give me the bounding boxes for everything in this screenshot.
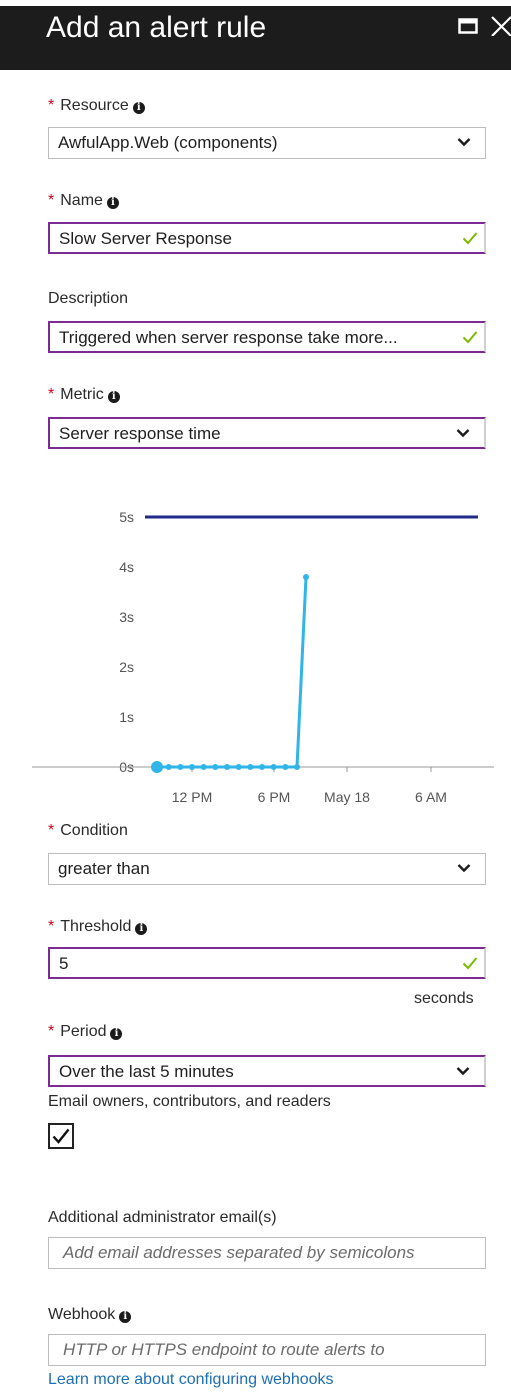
chevron-down-icon: [456, 1067, 470, 1076]
y-tick-label: 2s: [119, 659, 134, 675]
name-label: * Name i: [48, 191, 119, 211]
data-point: [294, 764, 300, 770]
check-icon: [462, 232, 478, 245]
y-tick-label: 3s: [119, 609, 134, 625]
email-owners-checkbox[interactable]: [48, 1123, 74, 1149]
required-marker: *: [48, 386, 55, 403]
additional-emails-label: Additional administrator email(s): [48, 1209, 277, 1226]
data-point: [235, 764, 242, 770]
data-point: [200, 764, 207, 770]
required-marker: *: [48, 97, 55, 114]
resource-dropdown[interactable]: AwfulApp.Web (components): [48, 127, 486, 159]
metric-dropdown[interactable]: Server response time: [48, 417, 486, 449]
period-dropdown[interactable]: Over the last 5 minutes: [48, 1055, 486, 1087]
required-marker: *: [48, 192, 55, 209]
webhook-input[interactable]: HTTP or HTTPS endpoint to route alerts t…: [48, 1334, 486, 1366]
additional-emails-input[interactable]: Add email addresses separated by semicol…: [48, 1237, 486, 1269]
checkmark-icon: [52, 1128, 70, 1144]
data-point: [282, 764, 289, 770]
data-point: [212, 764, 219, 770]
threshold-unit: seconds: [414, 990, 474, 1007]
data-point: [259, 764, 265, 770]
name-input[interactable]: Slow Server Response: [48, 222, 486, 254]
x-tick-label: 12 PM: [172, 789, 212, 805]
info-icon[interactable]: i: [135, 923, 148, 935]
series-line: [157, 576, 308, 769]
threshold-label: * Threshold i: [48, 917, 148, 937]
data-point: [151, 761, 163, 773]
x-tick-label: May 18: [324, 789, 370, 805]
close-icon[interactable]: [489, 14, 511, 36]
info-icon[interactable]: i: [110, 1028, 123, 1040]
required-marker: *: [48, 822, 55, 839]
threshold-input[interactable]: 5: [48, 947, 486, 979]
data-point: [224, 764, 230, 770]
x-tick-label: 6 AM: [415, 789, 447, 805]
metric-label: * Metric i: [48, 385, 120, 405]
data-point: [165, 764, 172, 770]
blade-header: Add an alert rule: [0, 6, 511, 70]
x-tick-label: 6 PM: [258, 789, 291, 805]
maximize-icon[interactable]: [458, 18, 478, 34]
y-tick-label: 4s: [119, 559, 134, 575]
info-icon[interactable]: i: [106, 197, 119, 209]
info-icon[interactable]: i: [107, 391, 120, 403]
blade-title: Add an alert rule: [46, 11, 267, 44]
condition-dropdown[interactable]: greater than: [48, 853, 486, 885]
resource-label: * Resource i: [48, 96, 145, 116]
check-icon: [462, 957, 478, 970]
check-icon: [462, 331, 478, 344]
email-owners-label: Email owners, contributors, and readers: [48, 1093, 331, 1110]
condition-label: * Condition: [48, 822, 128, 839]
info-icon[interactable]: i: [119, 1311, 132, 1323]
chevron-down-icon: [456, 429, 470, 438]
y-tick-label: 1s: [119, 709, 134, 725]
data-point: [303, 574, 309, 580]
data-point: [247, 764, 254, 770]
chevron-down-icon: [457, 138, 471, 147]
webhook-label: Webhook i: [48, 1305, 132, 1325]
y-tick-label: 5s: [119, 509, 134, 525]
required-marker: *: [48, 1023, 55, 1040]
webhooks-learn-more-link[interactable]: Learn more about configuring webhooks: [48, 1371, 334, 1389]
info-icon[interactable]: i: [132, 102, 145, 114]
description-input[interactable]: Triggered when server response take more…: [48, 321, 486, 353]
metric-chart: 5s4s3s2s1s0s12 PM 6 PM May 18 6 AM: [32, 509, 494, 805]
data-point: [270, 764, 277, 770]
period-label: * Period i: [48, 1022, 123, 1042]
required-marker: *: [48, 918, 55, 935]
description-label: Description: [48, 290, 129, 307]
chevron-down-icon: [457, 864, 471, 873]
data-point: [189, 764, 195, 770]
data-point: [177, 764, 184, 770]
